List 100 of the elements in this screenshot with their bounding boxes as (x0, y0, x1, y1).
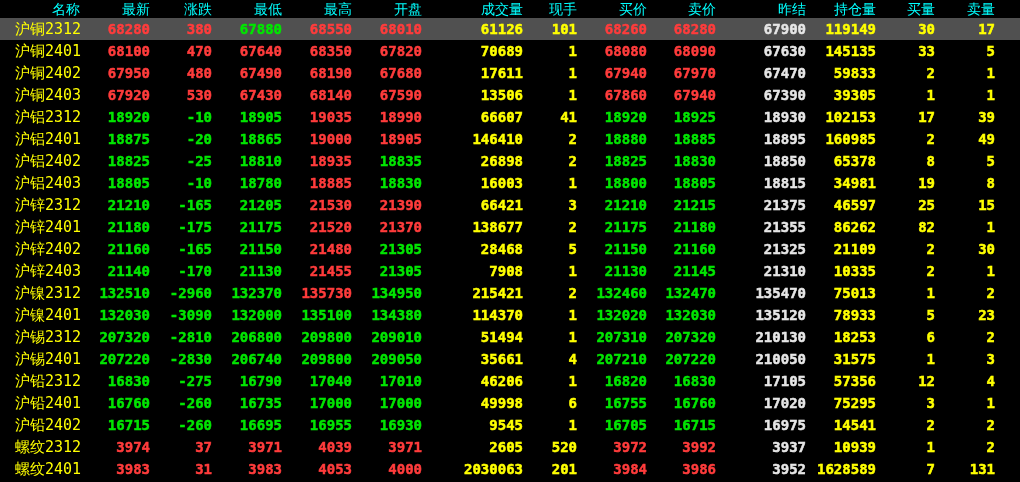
table-cell: 39 (978, 109, 995, 125)
column-header[interactable]: 买量 (876, 0, 935, 18)
table-cell: 18253 (833, 329, 876, 345)
table-cell: 59833 (833, 65, 876, 81)
table-cell: 18885 (309, 175, 352, 191)
contract-name: 螺纹2312 (14, 437, 80, 458)
table-cell: 3984 (613, 461, 647, 477)
table-cell: 17000 (379, 395, 422, 411)
table-cell: 21160 (107, 241, 150, 257)
table-cell: 134380 (371, 307, 422, 323)
table-cell: 21530 (309, 197, 352, 213)
table-cell: 8 (986, 175, 995, 191)
table-cell: 67630 (763, 43, 806, 59)
table-cell: 4000 (388, 461, 422, 477)
table-cell: 18895 (763, 131, 806, 147)
table-cell: 210050 (755, 351, 806, 367)
table-cell: 67920 (107, 87, 150, 103)
table-cell: 46206 (480, 373, 523, 389)
table-cell: 18885 (673, 131, 716, 147)
table-cell: 16715 (673, 417, 716, 433)
table-cell: 1 (986, 263, 995, 279)
table-cell: 67950 (107, 65, 150, 81)
table-cell: 3983 (116, 461, 150, 477)
column-header[interactable]: 买价 (577, 0, 647, 18)
table-cell: 21130 (604, 263, 647, 279)
table-cell: 18835 (379, 153, 422, 169)
column-header[interactable]: 名称 (0, 0, 80, 18)
table-cell: 209050 (371, 351, 422, 367)
table-cell: 18990 (379, 109, 422, 125)
table-cell: 18875 (107, 131, 150, 147)
table-cell: 5 (568, 241, 577, 257)
column-header[interactable]: 卖量 (935, 0, 995, 18)
table-cell: 19 (918, 175, 935, 191)
table-cell: 2 (926, 65, 935, 81)
table-cell: 119149 (825, 21, 876, 37)
table-cell: 1 (926, 87, 935, 103)
contract-name: 沪铝2312 (14, 107, 80, 128)
contract-name: 沪锡2401 (14, 349, 80, 370)
table-cell: 1 (986, 65, 995, 81)
table-cell: -25 (186, 153, 212, 169)
table-cell: 135100 (301, 307, 352, 323)
table-cell: 102153 (825, 109, 876, 125)
table-cell: 31 (195, 461, 212, 477)
table-cell: 207320 (99, 329, 150, 345)
column-header[interactable]: 涨跌 (150, 0, 212, 18)
table-cell: 21305 (379, 263, 422, 279)
column-header[interactable]: 最低 (212, 0, 282, 18)
table-cell: 21175 (239, 219, 282, 235)
table-cell: 21205 (239, 197, 282, 213)
table-cell: 18830 (673, 153, 716, 169)
table-cell: 146410 (472, 131, 523, 147)
table-cell: -260 (178, 417, 212, 433)
contract-name: 沪铅2402 (14, 415, 80, 436)
quote-row[interactable]: 沪铜2312 68280 380 67880 68550 68010 61126 101 68260 68280 67900 119149 30 17 (0, 18, 1020, 40)
table-cell: 67940 (673, 87, 716, 103)
table-cell: 67470 (763, 65, 806, 81)
table-cell: 6 (926, 329, 935, 345)
table-cell: 1 (986, 395, 995, 411)
table-cell: 67680 (379, 65, 422, 81)
table-cell: 21370 (379, 219, 422, 235)
table-cell: 1 (568, 263, 577, 279)
table-cell: 68100 (107, 43, 150, 59)
table-cell: 2 (926, 241, 935, 257)
column-header[interactable]: 持仓量 (806, 0, 876, 18)
column-header[interactable]: 最高 (282, 0, 352, 18)
table-cell: 5 (986, 153, 995, 169)
table-cell: 16735 (239, 395, 282, 411)
table-cell: 21109 (833, 241, 876, 257)
table-cell: 207320 (665, 329, 716, 345)
column-header[interactable]: 卖价 (647, 0, 716, 18)
column-header[interactable]: 成交量 (422, 0, 523, 18)
table-cell: 21480 (309, 241, 352, 257)
table-cell: 4053 (318, 461, 352, 477)
table-cell: 68080 (604, 43, 647, 59)
table-cell: 18800 (604, 175, 647, 191)
table-cell: 17611 (480, 65, 523, 81)
table-cell: 49998 (480, 395, 523, 411)
column-header[interactable]: 昨结 (716, 0, 806, 18)
table-cell: 31575 (833, 351, 876, 367)
column-header[interactable]: 现手 (523, 0, 577, 18)
table-cell: -3090 (169, 307, 212, 323)
table-cell: 67490 (239, 65, 282, 81)
table-cell: 49 (978, 131, 995, 147)
table-cell: 18805 (107, 175, 150, 191)
table-cell: 207220 (99, 351, 150, 367)
contract-name: 沪铝2402 (14, 151, 80, 172)
table-cell: 17 (978, 21, 995, 37)
contract-name: 沪铜2312 (14, 19, 80, 40)
table-cell: 16830 (107, 373, 150, 389)
contract-name: 沪铜2403 (14, 85, 80, 106)
table-cell: 68550 (309, 21, 352, 37)
table-cell: 16790 (239, 373, 282, 389)
table-cell: 3971 (248, 439, 282, 455)
table-cell: 3972 (613, 439, 647, 455)
table-cell: 21150 (604, 241, 647, 257)
table-cell: 21375 (763, 197, 806, 213)
table-cell: 18810 (239, 153, 282, 169)
table-cell: 201 (551, 461, 577, 477)
column-header[interactable]: 开盘 (352, 0, 422, 18)
column-header[interactable]: 最新 (80, 0, 150, 18)
